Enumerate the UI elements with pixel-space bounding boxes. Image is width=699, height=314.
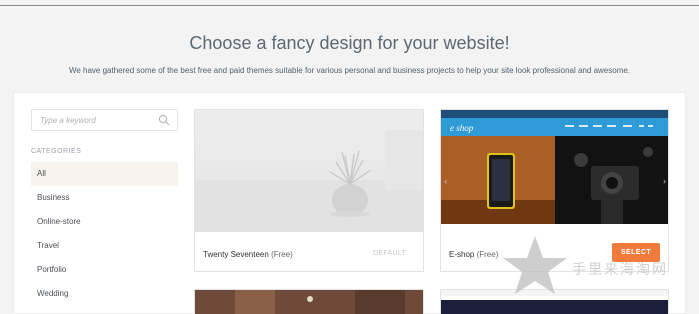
watermark-star-icon (503, 236, 567, 294)
theme-thumbnail (195, 110, 423, 232)
theme-card-partial-left[interactable] (194, 289, 424, 314)
carousel-next-icon[interactable]: › (663, 177, 666, 186)
theme-thumbnail-partial (195, 290, 423, 314)
page-title: Choose a fancy design for your website! (189, 33, 510, 53)
theme-price: (Free) (271, 250, 293, 259)
theme-title: Twenty Seventeen (203, 250, 269, 259)
plant-photo (195, 110, 423, 232)
theme-card-twenty-seventeen[interactable]: Twenty Seventeen (Free) DEFAULT (194, 109, 424, 272)
theme-title: E-shop (449, 250, 475, 259)
carousel-prev-icon[interactable]: ‹ (444, 177, 447, 186)
category-online-store[interactable]: Online-store (31, 210, 178, 234)
default-label: DEFAULT (373, 250, 407, 257)
category-all[interactable]: All (31, 162, 178, 186)
category-business[interactable]: Business (31, 186, 178, 210)
eshop-preview: e shop ‹ › (441, 110, 668, 224)
top-border (0, 5, 699, 6)
theme-thumbnail: e shop ‹ › (441, 110, 668, 224)
categories-heading: CATEGORIES (31, 148, 82, 155)
theme-name: Twenty Seventeen (Free) (203, 250, 293, 259)
categories-list: All Business Online-store Travel Portfol… (31, 162, 178, 306)
theme-name: E-shop (Free) (449, 250, 498, 259)
category-portfolio[interactable]: Portfolio (31, 258, 178, 282)
eshop-logo: e shop (450, 123, 474, 133)
search-icon[interactable] (158, 114, 170, 126)
search-input[interactable] (32, 110, 152, 130)
page-subtitle: We have gathered some of the best free a… (68, 66, 631, 75)
search-box[interactable] (31, 109, 178, 131)
category-travel[interactable]: Travel (31, 234, 178, 258)
category-wedding[interactable]: Wedding (31, 282, 178, 306)
watermark-text: 手里来海淘网 (572, 262, 668, 278)
